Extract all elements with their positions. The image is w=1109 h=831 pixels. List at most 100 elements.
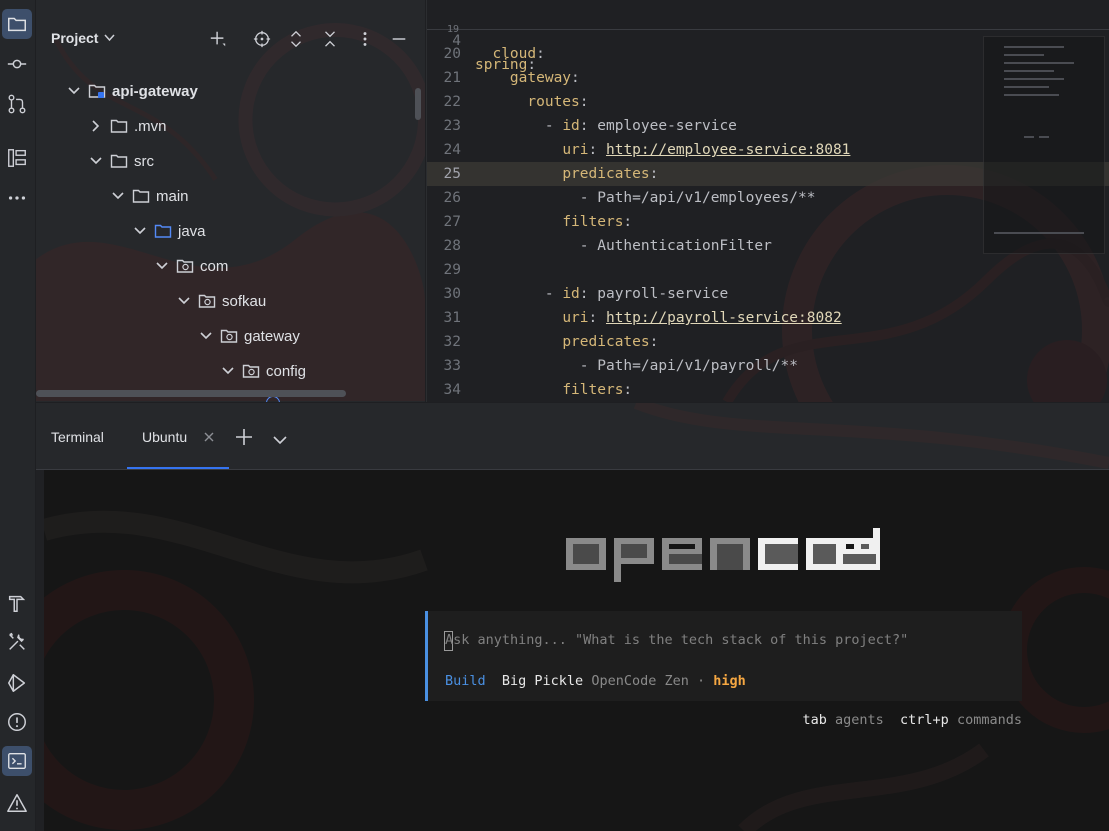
project-view-selector[interactable]: Project [51,30,116,46]
shortcut-key: ctrl+p [900,712,949,728]
tab-ubuntu[interactable]: Ubuntu [142,429,187,445]
project-tool-button[interactable] [2,9,32,39]
services-tool-button[interactable] [2,627,32,657]
chevron-down-icon[interactable] [88,153,104,169]
code-line[interactable]: 31 uri: http://payroll-service:8082 [427,306,1109,330]
code-token: : [623,382,633,398]
vertical-scrollbar[interactable] [415,88,421,120]
prompt-input[interactable]: Ask anything... "What is the tech stack … [445,632,908,648]
project-title: Project [51,30,99,46]
chevron-down-icon[interactable] [110,188,126,204]
code-line[interactable]: 32 predicates: [427,330,1109,354]
minimap-overlay [983,36,1105,254]
tree-item[interactable]: api-gateway [36,76,413,106]
code-token: - AuthenticationFilter [475,238,772,254]
shortcut-desc: commands [956,712,1022,728]
code-line[interactable]: 34 filters: [427,378,1109,402]
code-line[interactable]: 33 - Path=/api/v1/payroll/** [427,354,1109,378]
folder-icon [110,118,128,134]
options-button[interactable] [354,28,376,50]
code-line[interactable]: 30 - id: payroll-service [427,282,1109,306]
structure-tool-button[interactable] [2,143,32,173]
yaml-key: routes [527,94,580,110]
code-line[interactable]: 29 [427,258,1109,282]
folder-icon [154,223,172,239]
more-icon [8,196,26,200]
tree-item[interactable]: main [36,181,413,211]
code-token: : [649,334,659,350]
problems-tool-button[interactable] [2,707,32,737]
tree-item[interactable]: src [36,146,413,176]
tree-item[interactable]: com [36,251,413,281]
chevron-down-icon [104,34,116,42]
terminal-tool-button[interactable] [2,746,32,776]
tab-options-button[interactable] [273,432,287,450]
code-text: - id: payroll-service [475,282,728,306]
line-number: 27 [443,214,461,230]
tree-item[interactable]: config [36,356,413,386]
chevron-down-icon[interactable] [220,363,236,379]
tree-item[interactable]: gateway [36,321,413,351]
structure-icon [8,149,26,167]
project-panel: Project api-gateway .mvn src main java com sof… [36,0,426,402]
folder-icon [132,188,150,204]
close-tab-button[interactable] [203,430,215,448]
code-editor[interactable]: 4 spring: 19 20 cloud: 21 gateway: 22 rout… [427,0,1109,402]
problems-icon [8,713,26,731]
notifications-tool-button[interactable] [2,788,32,818]
prompt-accent-bar [425,611,428,701]
line-number-fragment: 19 [447,24,460,35]
terminal-view[interactable]: Ask anything... "What is the tech stack … [44,470,1109,831]
new-tab-button[interactable] [235,428,253,451]
url-link[interactable]: http://payroll-service:8082 [606,310,842,326]
code-token: - Path=/api/v1/payroll/** [475,358,799,374]
mode-label[interactable]: Build [445,673,486,689]
chevron-down-icon[interactable] [66,83,82,99]
code-text: filters: [475,378,632,402]
tree-item-label: api-gateway [112,82,198,100]
crosshair-icon [253,30,271,48]
expand-all-button[interactable] [285,28,307,50]
plus-icon [236,429,252,445]
effort-label[interactable]: high [713,673,746,689]
horizontal-scrollbar[interactable] [36,390,346,397]
run-tool-button[interactable] [2,668,32,698]
chevron-right-icon[interactable] [88,118,104,134]
terminal-tab-bar: Terminal Ubuntu [36,402,1109,470]
chevron-down-icon[interactable] [132,223,148,239]
locate-file-button[interactable] [251,28,273,50]
code-text: uri: http://employee-service:8081 [475,138,850,162]
tree-item[interactable]: java [36,216,413,246]
yaml-key: spring [475,57,528,73]
commit-tool-button[interactable] [2,49,32,79]
code-token: : [623,214,633,230]
yaml-key: uri [562,310,589,326]
package-icon [176,258,194,274]
more-tools-button[interactable] [2,183,32,213]
chevron-down-icon[interactable] [198,328,214,344]
new-file-button[interactable] [207,28,229,50]
pull-requests-tool-button[interactable] [2,89,32,119]
tree-item[interactable]: .mvn [36,111,413,141]
collapse-all-button[interactable] [319,28,341,50]
tree-item-label: com [200,257,229,275]
package-icon [242,363,260,379]
hammer-icon [8,595,26,612]
tools-icon [9,632,25,650]
chevron-down-icon[interactable] [176,293,192,309]
line-number: 25 [443,166,461,182]
tree-item[interactable]: sofkau [36,286,413,316]
build-tool-button[interactable] [2,588,32,618]
plus-icon [210,31,226,47]
url-link[interactable]: http://employee-service:8081 [606,142,850,158]
hide-panel-button[interactable] [388,28,410,50]
terminal-gutter [36,470,44,831]
prompt-box[interactable]: Ask anything... "What is the tech stack … [425,611,1022,701]
sticky-scroll-header[interactable]: 4 spring: 19 [427,0,1109,73]
code-token: : [649,166,659,182]
chevron-down-icon[interactable] [154,258,170,274]
model-label[interactable]: Big Pickle [502,673,583,689]
